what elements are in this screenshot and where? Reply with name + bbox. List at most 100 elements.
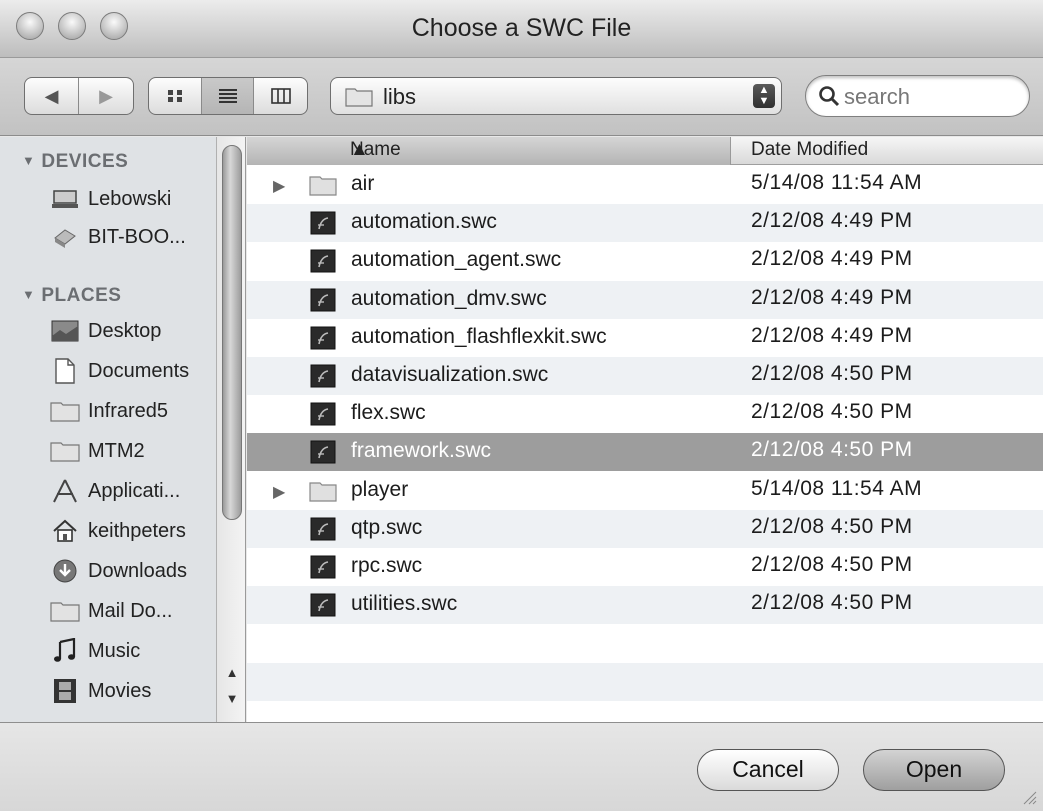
documents-icon — [50, 358, 80, 384]
column-headers: Name ▲ Date Modified — [247, 137, 1043, 165]
desktop-icon — [50, 318, 80, 344]
swc-file-icon — [310, 402, 336, 426]
forward-button[interactable]: ▶ — [79, 78, 133, 114]
search-icon — [819, 86, 840, 107]
file-name: air — [351, 172, 375, 195]
file-row[interactable]: flex.swc 2/12/08 4:50 PM — [247, 395, 1043, 433]
file-name: automation_agent.swc — [351, 248, 562, 272]
search-placeholder: search — [844, 84, 911, 109]
folder-icon — [50, 598, 80, 624]
swc-file-icon — [310, 555, 336, 579]
home-icon — [50, 518, 80, 544]
file-row[interactable]: ▶ player 5/14/08 11:54 AM — [247, 472, 1043, 510]
file-name: datavisualization.swc — [351, 363, 549, 386]
sidebar-item-desktop[interactable]: Desktop — [50, 313, 220, 349]
empty-row — [247, 701, 1043, 722]
sidebar-item-bit-boo[interactable]: BIT-BOO... — [50, 219, 220, 255]
toolbar: ◀ ▶ libs ▲ ▼ search — [0, 58, 1043, 136]
file-date-modified: 2/12/08 4:50 PM — [751, 553, 913, 576]
file-row[interactable]: automation_agent.swc 2/12/08 4:49 PM — [247, 242, 1043, 280]
scroll-down-arrow-icon[interactable]: ▼ — [217, 691, 245, 711]
file-list: Name ▲ Date Modified ▶ air 5/14/08 11:54 A… — [247, 137, 1043, 722]
file-name: rpc.swc — [351, 554, 423, 577]
file-name: automation_dmv.swc — [351, 286, 547, 310]
name-column-header[interactable]: Name ▲ — [247, 137, 731, 165]
file-row[interactable]: framework.swc 2/12/08 4:50 PM — [247, 433, 1043, 472]
swc-file-icon — [310, 326, 336, 350]
network-drive-icon — [50, 224, 80, 250]
file-name: automation_flashflexkit.swc — [351, 324, 607, 348]
empty-row — [247, 662, 1043, 701]
music-icon — [50, 638, 80, 664]
computer-icon — [50, 186, 80, 212]
movies-icon — [50, 678, 80, 704]
sidebar-scrollbar[interactable]: ▲ ▼ — [216, 137, 245, 722]
folder-icon — [345, 88, 373, 107]
list-view-icon — [218, 89, 237, 103]
history-navigation: ◀ ▶ — [24, 77, 134, 115]
file-name: automation.swc — [351, 210, 497, 234]
file-date-modified: 2/12/08 4:50 PM — [751, 438, 913, 462]
file-date-modified: 2/12/08 4:50 PM — [751, 400, 913, 424]
file-date-modified: 2/12/08 4:49 PM — [751, 247, 913, 271]
empty-row — [247, 624, 1043, 662]
file-date-modified: 2/12/08 4:49 PM — [751, 209, 913, 233]
file-row[interactable]: automation.swc 2/12/08 4:49 PM — [247, 204, 1043, 243]
popup-arrows-icon: ▲ ▼ — [753, 84, 775, 108]
applications-icon — [50, 478, 80, 504]
sidebar-item-keithpeters[interactable]: keithpeters — [50, 513, 220, 549]
file-date-modified: 5/14/08 11:54 AM — [751, 476, 923, 500]
file-row[interactable]: datavisualization.swc 2/12/08 4:50 PM — [247, 357, 1043, 395]
location-popup[interactable]: libs ▲ ▼ — [330, 77, 782, 115]
file-date-modified: 2/12/08 4:50 PM — [751, 591, 913, 615]
disclosure-triangle-icon[interactable]: ▶ — [273, 176, 285, 196]
location-label: libs — [383, 84, 417, 109]
file-row[interactable]: utilities.swc 2/12/08 4:50 PM — [247, 586, 1043, 625]
icon-view-button[interactable] — [149, 78, 202, 114]
search-field[interactable]: search — [805, 75, 1030, 117]
file-row[interactable]: automation_dmv.swc 2/12/08 4:49 PM — [247, 280, 1043, 319]
sidebar-item-infrared5[interactable]: Infrared5 — [50, 393, 220, 429]
list-view-button[interactable] — [201, 78, 255, 114]
window-title: Choose a SWC File — [411, 14, 632, 42]
sidebar-item-applications[interactable]: Applicati... — [50, 473, 220, 509]
back-arrow-icon: ◀ — [44, 85, 59, 106]
sidebar-item-lebowski[interactable]: Lebowski — [50, 181, 220, 217]
sidebar-scroll-thumb[interactable] — [222, 145, 242, 520]
swc-file-icon — [310, 364, 336, 388]
file-name: qtp.swc — [351, 515, 423, 539]
disclosure-triangle-icon[interactable]: ▶ — [273, 482, 285, 502]
file-row[interactable]: automation_flashflexkit.swc 2/12/08 4:49 … — [247, 319, 1043, 357]
devices-heading[interactable]: ▼ DEVICES — [22, 151, 128, 173]
file-row[interactable]: ▶ air 5/14/08 11:54 AM — [247, 166, 1043, 204]
file-row[interactable]: qtp.swc 2/12/08 4:50 PM — [247, 509, 1043, 548]
file-date-modified: 2/12/08 4:49 PM — [751, 285, 913, 309]
file-date-modified: 2/12/08 4:50 PM — [751, 362, 913, 385]
sidebar: ▼ DEVICES Lebowski BIT-BOO... ▼ PLACES Des… — [0, 137, 246, 722]
file-name: utilities.swc — [351, 592, 458, 616]
sidebar-item-downloads[interactable]: Downloads — [50, 553, 220, 589]
icon-view-icon — [167, 90, 182, 102]
folder-icon — [50, 438, 80, 464]
swc-file-icon — [310, 440, 336, 464]
sidebar-item-mail-downloads[interactable]: Mail Do... — [50, 593, 220, 629]
file-row[interactable]: rpc.swc 2/12/08 4:50 PM — [247, 548, 1043, 586]
places-heading[interactable]: ▼ PLACES — [22, 285, 121, 307]
resize-grip-icon[interactable] — [1021, 789, 1037, 805]
file-date-modified: 2/12/08 4:49 PM — [751, 323, 913, 347]
sidebar-item-mtm2[interactable]: MTM2 — [50, 433, 220, 469]
swc-file-icon — [310, 211, 336, 235]
sidebar-item-documents[interactable]: Documents — [50, 353, 220, 389]
sidebar-item-movies[interactable]: Movies — [50, 673, 220, 709]
folder-icon — [309, 176, 337, 196]
date-modified-column-header[interactable]: Date Modified — [751, 139, 868, 161]
downloads-icon — [50, 558, 80, 584]
back-button[interactable]: ◀ — [25, 78, 80, 114]
open-button[interactable]: Open — [863, 749, 1005, 791]
swc-file-icon — [310, 288, 336, 312]
sidebar-item-music[interactable]: Music — [50, 633, 220, 669]
column-view-button[interactable] — [254, 78, 307, 114]
title-bar: Choose a SWC File — [0, 0, 1043, 58]
cancel-button[interactable]: Cancel — [697, 749, 839, 791]
scroll-up-arrow-icon[interactable]: ▲ — [217, 665, 245, 685]
